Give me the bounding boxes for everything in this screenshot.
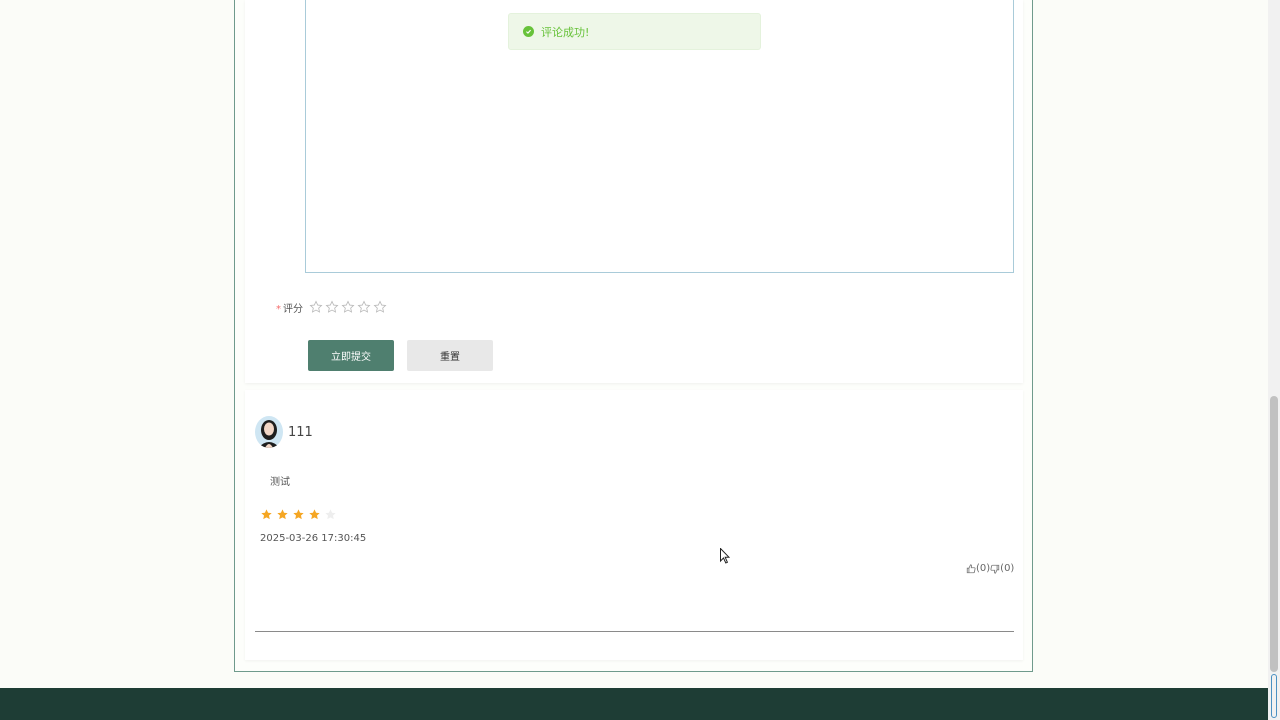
thumbs-down-icon: [990, 564, 1000, 574]
required-mark: *: [276, 304, 281, 315]
thumbs-up-icon: [966, 563, 976, 574]
comment-text: 测试: [270, 477, 290, 488]
avatar: [255, 416, 283, 448]
comment-item: [245, 390, 1023, 660]
rating-input[interactable]: [309, 299, 389, 315]
comment-votes: (0) (0): [966, 563, 1014, 574]
toast-message: 评论成功!: [541, 25, 590, 39]
rating-label: * 评分: [276, 304, 303, 315]
scroll-indicator: [1271, 674, 1277, 718]
star-filled-icon: [308, 506, 324, 520]
like-button[interactable]: (0): [966, 563, 990, 574]
star-empty-icon: [324, 506, 340, 520]
comment-rating: [260, 506, 340, 520]
mouse-cursor-icon: [720, 547, 731, 568]
success-toast: 评论成功!: [508, 13, 761, 50]
reset-button[interactable]: 重置: [407, 340, 493, 371]
star-icon[interactable]: [341, 299, 357, 315]
like-count: (0): [976, 563, 991, 574]
divider: [255, 631, 1014, 632]
page-footer: [0, 688, 1268, 720]
comment-timestamp: 2025-03-26 17:30:45: [260, 533, 367, 544]
star-icon[interactable]: [309, 299, 325, 315]
submit-button[interactable]: 立即提交: [308, 340, 394, 371]
dislike-button[interactable]: (0): [990, 563, 1014, 574]
scrollbar-thumb[interactable]: [1270, 396, 1278, 672]
star-icon[interactable]: [357, 299, 373, 315]
check-circle-icon: [523, 26, 534, 37]
star-icon[interactable]: [373, 299, 389, 315]
star-filled-icon: [276, 506, 292, 520]
star-filled-icon: [292, 506, 308, 520]
star-filled-icon: [260, 506, 276, 520]
comment-username: 111: [288, 425, 313, 440]
star-icon[interactable]: [325, 299, 341, 315]
dislike-count: (0): [1000, 563, 1015, 574]
